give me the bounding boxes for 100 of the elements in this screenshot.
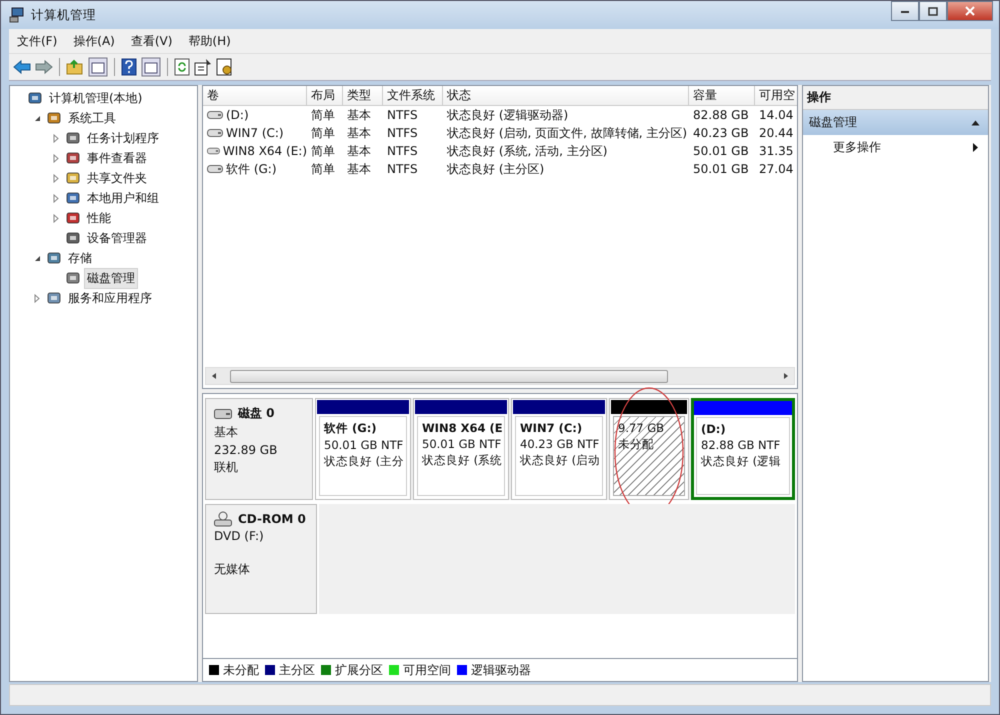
menu-item[interactable]: 帮助(H) bbox=[180, 32, 239, 50]
partition-size: 50.01 GB NTF bbox=[422, 437, 500, 451]
window-title: 计算机管理 bbox=[31, 6, 96, 24]
pane-icon[interactable] bbox=[88, 57, 108, 77]
partition-block[interactable]: 9.77 GB 未分配 bbox=[609, 398, 689, 500]
column-header[interactable]: 布局 bbox=[307, 86, 343, 106]
tree-item[interactable]: 性能 bbox=[84, 208, 114, 228]
table-cell: 基本 bbox=[347, 124, 371, 142]
legend-label: 主分区 bbox=[279, 662, 315, 678]
table-cell: NTFS bbox=[387, 108, 418, 122]
collapsed-triangle-icon[interactable] bbox=[53, 134, 59, 142]
maximize-icon bbox=[928, 6, 938, 16]
optical-drive-icon bbox=[214, 511, 232, 527]
help-icon[interactable] bbox=[121, 58, 137, 76]
table-cell: 40.23 GB bbox=[693, 126, 749, 140]
disk-status: 无媒体 bbox=[214, 561, 250, 578]
column-header[interactable]: 容量 bbox=[689, 86, 755, 106]
partition-size: 40.23 GB NTF bbox=[520, 437, 598, 451]
scrollbar-thumb[interactable] bbox=[230, 370, 668, 382]
pane-icon[interactable] bbox=[141, 57, 161, 77]
drive-icon bbox=[207, 165, 223, 173]
collapsed-triangle-icon[interactable] bbox=[53, 194, 59, 202]
disk-detail: 232.89 GB bbox=[214, 443, 278, 457]
actions-section[interactable]: 磁盘管理 bbox=[803, 110, 988, 135]
collapsed-triangle-icon[interactable] bbox=[53, 214, 59, 222]
folder-up-icon[interactable] bbox=[66, 59, 84, 75]
table-cell: NTFS bbox=[387, 126, 418, 140]
expanded-triangle-icon[interactable] bbox=[34, 254, 40, 262]
partition-status: 未分配 bbox=[618, 437, 655, 452]
column-header[interactable]: 类型 bbox=[343, 86, 383, 106]
table-cell: 状态良好 (启动, 页面文件, 故障转储, 主分区) bbox=[447, 124, 688, 142]
tree-item[interactable]: 本地用户和组 bbox=[84, 188, 162, 208]
collapse-caret-icon bbox=[971, 120, 980, 126]
scroll-right-icon[interactable] bbox=[782, 372, 790, 380]
actions-header: 操作 bbox=[803, 86, 988, 110]
table-cell: 31.35 bbox=[759, 144, 794, 158]
refresh-icon[interactable] bbox=[174, 58, 190, 76]
disk-detail: DVD (F:) bbox=[214, 529, 264, 543]
partition-status: 状态良好 (主分 bbox=[324, 454, 402, 469]
drive-icon bbox=[207, 129, 223, 137]
column-header[interactable]: 可用空 bbox=[755, 86, 797, 106]
partition-status: 状态良好 (逻辑 bbox=[701, 454, 782, 469]
tree-item[interactable]: 系统工具 bbox=[65, 108, 119, 128]
collapsed-triangle-icon[interactable] bbox=[53, 174, 59, 182]
legend-label: 逻辑驱动器 bbox=[471, 662, 531, 678]
drive-icon bbox=[207, 111, 223, 119]
partition-title: (D:) bbox=[701, 422, 727, 436]
tree-item[interactable]: 服务和应用程序 bbox=[65, 288, 155, 308]
properties-icon[interactable] bbox=[194, 58, 212, 76]
menu-item[interactable]: 文件(F) bbox=[9, 32, 66, 50]
tree-item[interactable]: 任务计划程序 bbox=[84, 128, 162, 148]
tree-item[interactable]: 共享文件夹 bbox=[84, 168, 150, 188]
tree-item[interactable]: 存储 bbox=[65, 248, 95, 268]
partition-status: 状态良好 (系统 bbox=[422, 453, 500, 468]
disk-detail: 基本 bbox=[214, 424, 238, 441]
partition-block[interactable]: WIN7 (C:) 40.23 GB NTF 状态良好 (启动 bbox=[511, 398, 607, 500]
horizontal-scrollbar[interactable] bbox=[205, 367, 795, 385]
partition-block[interactable]: 软件 (G:) 50.01 GB NTF 状态良好 (主分 bbox=[315, 398, 411, 500]
disk-name: 磁盘 0 bbox=[238, 405, 275, 422]
collapsed-triangle-icon[interactable] bbox=[53, 154, 59, 162]
table-cell: 基本 bbox=[347, 106, 371, 124]
tree-item[interactable]: 磁盘管理 bbox=[84, 268, 138, 288]
drive-icon bbox=[207, 147, 220, 155]
partition-block[interactable]: (D:) 82.88 GB NTF 状态良好 (逻辑 bbox=[691, 398, 795, 500]
table-cell: 状态良好 (系统, 活动, 主分区) bbox=[447, 142, 608, 160]
disk-name: CD-ROM 0 bbox=[238, 512, 306, 526]
table-cell: 软件 (G:) bbox=[226, 160, 277, 178]
tree-item[interactable]: 计算机管理(本地) bbox=[46, 88, 146, 108]
partition-title: WIN7 (C:) bbox=[520, 421, 584, 435]
expanded-triangle-icon[interactable] bbox=[34, 114, 40, 122]
collapsed-triangle-icon[interactable] bbox=[34, 294, 40, 302]
minimize-button[interactable] bbox=[891, 1, 919, 21]
table-cell: NTFS bbox=[387, 144, 418, 158]
close-button[interactable] bbox=[947, 1, 993, 21]
scroll-left-icon[interactable] bbox=[210, 372, 218, 380]
table-cell: 50.01 GB bbox=[693, 162, 749, 176]
menu-item[interactable]: 操作(A) bbox=[65, 32, 123, 50]
table-cell: WIN8 X64 (E:) bbox=[222, 144, 307, 158]
partition-block[interactable]: WIN8 X64 (E 50.01 GB NTF 状态良好 (系统 bbox=[413, 398, 509, 500]
partition-size: 9.77 GB bbox=[618, 421, 666, 435]
table-cell: WIN7 (C:) bbox=[226, 126, 284, 140]
table-cell: 简单 bbox=[311, 124, 335, 142]
forward-arrow-icon[interactable] bbox=[35, 59, 53, 75]
maximize-button[interactable] bbox=[919, 1, 947, 21]
table-cell: 基本 bbox=[347, 142, 371, 160]
column-header[interactable]: 卷 bbox=[203, 86, 307, 106]
column-header[interactable]: 文件系统 bbox=[383, 86, 443, 106]
menu-item[interactable]: 查看(V) bbox=[122, 32, 180, 50]
table-cell: 50.01 GB bbox=[693, 144, 749, 158]
table-cell: 状态良好 (主分区) bbox=[447, 160, 544, 178]
column-header[interactable]: 状态 bbox=[443, 86, 689, 106]
back-arrow-icon[interactable] bbox=[13, 59, 31, 75]
table-cell: 82.88 GB bbox=[693, 108, 749, 122]
tree-item[interactable]: 事件查看器 bbox=[84, 148, 150, 168]
table-cell: (D:) bbox=[226, 108, 249, 122]
tree-item[interactable]: 设备管理器 bbox=[84, 228, 150, 248]
disk-status: 联机 bbox=[214, 459, 238, 476]
table-cell: 状态良好 (逻辑驱动器) bbox=[447, 106, 568, 124]
partition-size: 82.88 GB NTF bbox=[701, 438, 782, 452]
action-link[interactable]: 更多操作 bbox=[833, 139, 881, 156]
